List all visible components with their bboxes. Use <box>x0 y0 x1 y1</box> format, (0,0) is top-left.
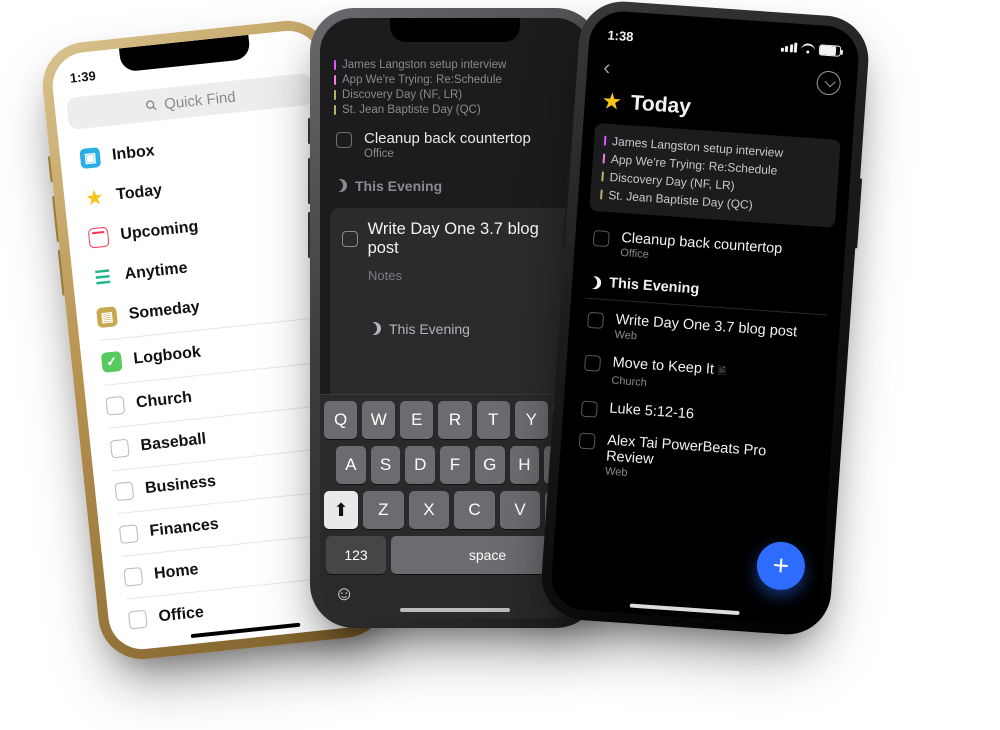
checkbox[interactable] <box>342 231 358 247</box>
emoji-key[interactable]: ☺ <box>334 583 354 606</box>
key-r[interactable]: R <box>438 401 471 439</box>
area-icon <box>105 396 125 416</box>
star-icon: ★ <box>602 88 622 114</box>
section-label: This Evening <box>355 178 442 194</box>
event-label: St. Jean Baptiste Day (QC) <box>342 103 481 118</box>
checkbox[interactable] <box>581 401 598 418</box>
event-label: Discovery Day (NF, LR) <box>342 88 462 103</box>
area-icon <box>128 610 148 630</box>
check-icon: ✓ <box>101 351 123 373</box>
key-shift[interactable]: ⬆ <box>324 491 358 529</box>
notes-placeholder[interactable]: Notes <box>368 268 568 283</box>
key-s[interactable]: S <box>371 446 401 484</box>
sidebar-item-label: Office <box>158 604 205 627</box>
event-label: App We're Trying: Re:Schedule <box>342 73 502 88</box>
event-label: James Langston setup interview <box>342 58 506 73</box>
star-icon: ★ <box>83 187 105 209</box>
checkbox[interactable] <box>593 230 610 247</box>
area-icon <box>123 567 143 587</box>
page-title-label: Today <box>630 91 692 119</box>
key-w[interactable]: W <box>362 401 395 439</box>
moon-icon <box>588 275 602 289</box>
sidebar-item-label: Someday <box>128 298 201 323</box>
section-label: This Evening <box>609 275 700 297</box>
area-icon <box>119 524 139 544</box>
moon-icon <box>334 179 347 192</box>
sidebar-item-label: Anytime <box>124 260 189 284</box>
attachment-icon: 🗎 <box>717 366 726 378</box>
expand-button[interactable] <box>816 70 842 96</box>
sidebar-item-label: Logbook <box>133 344 202 369</box>
task-title: Cleanup back countertop <box>364 130 531 147</box>
checkbox[interactable] <box>336 132 352 148</box>
status-time: 1:38 <box>607 27 634 44</box>
key-q[interactable]: Q <box>324 401 357 439</box>
home-indicator[interactable] <box>400 608 510 612</box>
search-icon <box>144 98 159 113</box>
task-edit-card[interactable]: Write Day One 3.7 blog post Notes This E… <box>330 208 580 417</box>
key-c[interactable]: C <box>454 491 495 529</box>
task-when-evening[interactable]: This Evening <box>368 321 568 337</box>
moon-icon <box>368 322 381 335</box>
key-123[interactable]: 123 <box>326 536 386 574</box>
battery-icon <box>819 44 842 57</box>
sidebar-item-label: Business <box>144 473 217 498</box>
stack-icon: ☰ <box>92 266 114 288</box>
key-d[interactable]: D <box>405 446 435 484</box>
task-title-input[interactable]: Write Day One 3.7 blog post <box>368 220 568 258</box>
inbox-icon: ▣ <box>79 147 101 169</box>
checkbox[interactable] <box>584 355 601 372</box>
sidebar-item-label: Inbox <box>111 142 155 164</box>
key-t[interactable]: T <box>477 401 510 439</box>
key-g[interactable]: G <box>475 446 505 484</box>
task-title: Luke 5:12-16 <box>609 401 695 423</box>
add-task-button[interactable]: + <box>755 540 806 591</box>
checkbox[interactable] <box>587 312 604 329</box>
sidebar-item-label: Church <box>135 389 193 413</box>
key-v[interactable]: V <box>500 491 541 529</box>
notch <box>390 18 520 42</box>
back-button[interactable]: ‹ <box>602 54 611 80</box>
when-label: This Evening <box>389 321 470 337</box>
wifi-icon <box>801 43 816 54</box>
key-e[interactable]: E <box>400 401 433 439</box>
calendar-events[interactable]: James Langston setup interview App We're… <box>589 123 841 228</box>
key-x[interactable]: X <box>409 491 450 529</box>
sidebar-item-label: Upcoming <box>120 218 200 244</box>
sidebar-item-label: Finances <box>149 516 220 541</box>
quick-find-placeholder: Quick Find <box>163 88 236 112</box>
key-f[interactable]: F <box>440 446 470 484</box>
calendar-events: James Langston setup interview App We're… <box>320 58 590 120</box>
checkbox[interactable] <box>579 433 596 450</box>
sidebar-item-label: Today <box>115 182 163 205</box>
task-title: Move to Keep It <box>612 355 714 378</box>
sidebar-item-label: Baseball <box>140 431 207 456</box>
key-a[interactable]: A <box>336 446 366 484</box>
key-h[interactable]: H <box>510 446 540 484</box>
phone-oled-today: 1:38 ‹ ★ Today James Langston setup inte… <box>539 0 872 637</box>
archive-icon: ▤ <box>96 306 118 328</box>
sidebar-item-label: Home <box>153 561 199 584</box>
task-project: Office <box>364 148 531 160</box>
task-row[interactable]: Cleanup back countertop Office <box>320 120 590 170</box>
home-indicator[interactable] <box>630 603 740 615</box>
area-icon <box>114 481 134 501</box>
calendar-icon <box>88 227 110 249</box>
key-y[interactable]: Y <box>515 401 548 439</box>
section-this-evening: This Evening <box>320 170 590 202</box>
status-time: 1:39 <box>69 68 96 86</box>
key-z[interactable]: Z <box>363 491 404 529</box>
area-icon <box>110 439 130 459</box>
